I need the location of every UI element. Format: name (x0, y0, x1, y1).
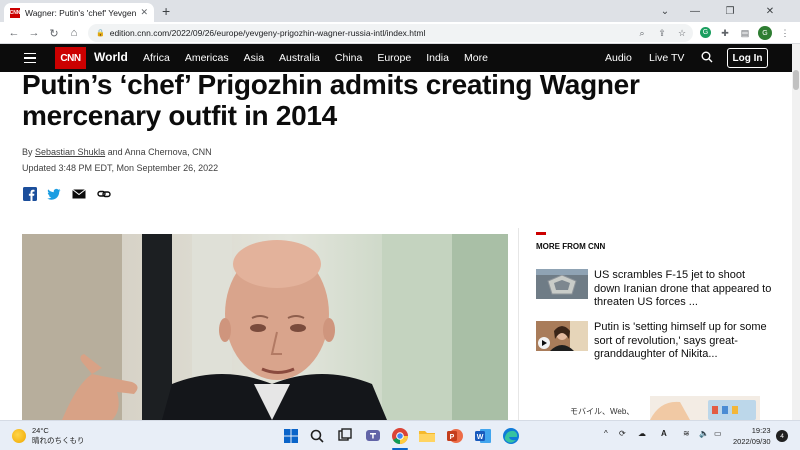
byline-rest: and Anna Chernova, CNN (107, 147, 212, 157)
weather-condition: 晴れのちくもり (32, 436, 85, 445)
clock-date: 2022/09/30 (733, 437, 771, 446)
byline-prefix: By (22, 147, 33, 157)
login-button[interactable]: Log In (727, 48, 768, 68)
weather-sun-icon[interactable] (12, 429, 26, 443)
zoom-icon[interactable]: ⌕ (635, 26, 649, 40)
onedrive-sync-icon[interactable]: ⟳ (619, 429, 626, 438)
ad-illustration (650, 396, 760, 420)
back-arrow-icon[interactable]: ← (6, 25, 22, 41)
browser-toolbar: ← → ↻ ⌂ 🔒 edition.cnn.com/2022/09/26/eur… (0, 22, 800, 44)
article-headline: Putin’s ‘chef’ Prigozhin admits creating… (22, 69, 640, 131)
region-nav: Africa Americas Asia Australia China Eur… (143, 52, 503, 64)
page-scrollbar[interactable] (792, 44, 800, 420)
related-story-2[interactable]: Putin is 'setting himself up for some so… (536, 321, 776, 363)
windows-start-icon[interactable] (282, 427, 300, 445)
nav-link-europe[interactable]: Europe (377, 52, 411, 64)
address-bar[interactable]: 🔒 edition.cnn.com/2022/09/26/europe/yevg… (88, 24, 693, 42)
author-link[interactable]: Sebastian Shukla (35, 147, 105, 157)
task-view-icon[interactable] (336, 427, 354, 445)
forward-arrow-icon[interactable]: → (26, 25, 42, 41)
browser-menu-icon[interactable]: ⋮ (778, 26, 792, 40)
twitter-icon[interactable] (47, 187, 61, 201)
svg-text:P: P (450, 434, 455, 441)
home-icon[interactable]: ⌂ (66, 25, 82, 41)
share-icon[interactable]: ⇪ (655, 26, 669, 40)
powerpoint-icon[interactable]: P (446, 427, 464, 445)
browser-tab[interactable]: CNN Wagner: Putin's 'chef' Yevgeny Pr ✕ (4, 3, 154, 22)
search-icon[interactable] (701, 51, 713, 63)
scrollbar-thumb[interactable] (793, 70, 799, 90)
section-world-link[interactable]: World (94, 50, 128, 64)
ad-text: モバイル、Web、 (570, 407, 635, 416)
story-thumbnail-pentagon[interactable] (536, 269, 588, 299)
extensions-puzzle-icon[interactable]: ✚ (718, 26, 732, 40)
nav-link-australia[interactable]: Australia (279, 52, 320, 64)
lock-icon[interactable]: 🔒 (96, 29, 105, 37)
maximize-button[interactable]: ❐ (715, 0, 745, 22)
new-tab-button[interactable]: + (162, 3, 170, 19)
nav-link-americas[interactable]: Americas (185, 52, 229, 64)
facebook-icon[interactable] (23, 187, 37, 201)
tab-title: Wagner: Putin's 'chef' Yevgeny Pr (25, 7, 137, 18)
email-icon[interactable] (72, 187, 86, 201)
clock-time: 19:23 (751, 426, 771, 435)
story-headline[interactable]: US scrambles F-15 jet to shoot down Iran… (594, 269, 772, 310)
copy-link-icon[interactable] (97, 187, 111, 201)
nav-link-india[interactable]: India (426, 52, 449, 64)
edge-icon[interactable] (502, 427, 520, 445)
system-clock[interactable]: 19:23 2022/09/30 (733, 425, 771, 447)
reload-icon[interactable]: ↻ (46, 25, 62, 41)
byline: By Sebastian Shukla and Anna Chernova, C… (22, 147, 212, 157)
browser-tab-strip: CNN Wagner: Putin's 'chef' Yevgeny Pr ✕ … (0, 0, 800, 22)
cloud-icon[interactable]: ☁ (638, 429, 646, 438)
audio-link[interactable]: Audio (605, 52, 632, 64)
weather-temperature: 24°C (32, 426, 49, 435)
windows-taskbar: 24°C 晴れのちくもり P W ^ ⟳ ☁ A ≋ 🔈 ▭ 19:23 202… (0, 420, 800, 450)
story-headline[interactable]: Putin is 'setting himself up for some so… (594, 321, 772, 362)
minimize-button[interactable]: — (680, 0, 710, 22)
ime-indicator[interactable]: A (661, 429, 667, 438)
advertisement[interactable]: モバイル、Web、 (560, 396, 760, 420)
nav-link-africa[interactable]: Africa (143, 52, 170, 64)
sidebar-divider (518, 228, 519, 420)
profile-avatar[interactable]: G (758, 26, 772, 40)
teams-chat-icon[interactable] (364, 427, 382, 445)
svg-text:W: W (477, 434, 484, 441)
cnn-favicon-icon: CNN (9, 7, 21, 18)
volume-icon[interactable]: 🔈 (699, 429, 709, 438)
nav-link-china[interactable]: China (335, 52, 362, 64)
tab-search-icon[interactable]: ⌄ (650, 0, 680, 22)
close-tab-icon[interactable]: ✕ (140, 7, 148, 18)
grammarly-extension-icon[interactable]: G (700, 27, 711, 38)
word-icon[interactable]: W (474, 427, 492, 445)
bookmark-star-icon[interactable]: ☆ (675, 26, 689, 40)
hamburger-menu-icon[interactable] (24, 53, 36, 63)
live-tv-link[interactable]: Live TV (649, 52, 684, 64)
story-thumbnail-video[interactable] (536, 321, 588, 351)
updated-timestamp: Updated 3:48 PM EDT, Mon September 26, 2… (22, 163, 219, 173)
cnn-logo[interactable]: CNN (55, 47, 86, 69)
wifi-icon[interactable]: ≋ (683, 429, 690, 438)
reading-list-icon[interactable]: ▤ (738, 26, 752, 40)
nav-link-asia[interactable]: Asia (244, 52, 264, 64)
show-hidden-icons-chevron[interactable]: ^ (604, 429, 608, 438)
notification-badge[interactable]: 4 (776, 430, 788, 442)
related-story-1[interactable]: US scrambles F-15 jet to shoot down Iran… (536, 269, 776, 311)
chrome-icon[interactable] (391, 427, 409, 445)
cnn-navbar: CNN World Africa Americas Asia Australia… (0, 44, 792, 72)
prigozhin-photo (22, 234, 508, 420)
article-hero-image[interactable] (22, 234, 508, 420)
close-window-button[interactable]: ✕ (755, 0, 785, 22)
taskbar-search-icon[interactable] (308, 427, 326, 445)
nav-link-more[interactable]: More (464, 52, 488, 64)
url-text: edition.cnn.com/2022/09/26/europe/yevgen… (109, 28, 426, 38)
more-from-cnn-label: MORE FROM CNN (536, 242, 606, 251)
battery-icon[interactable]: ▭ (714, 429, 722, 438)
section-accent-bar (536, 232, 546, 235)
weather-widget[interactable]: 24°C 晴れのちくもり (32, 426, 85, 446)
file-explorer-icon[interactable] (418, 427, 436, 445)
